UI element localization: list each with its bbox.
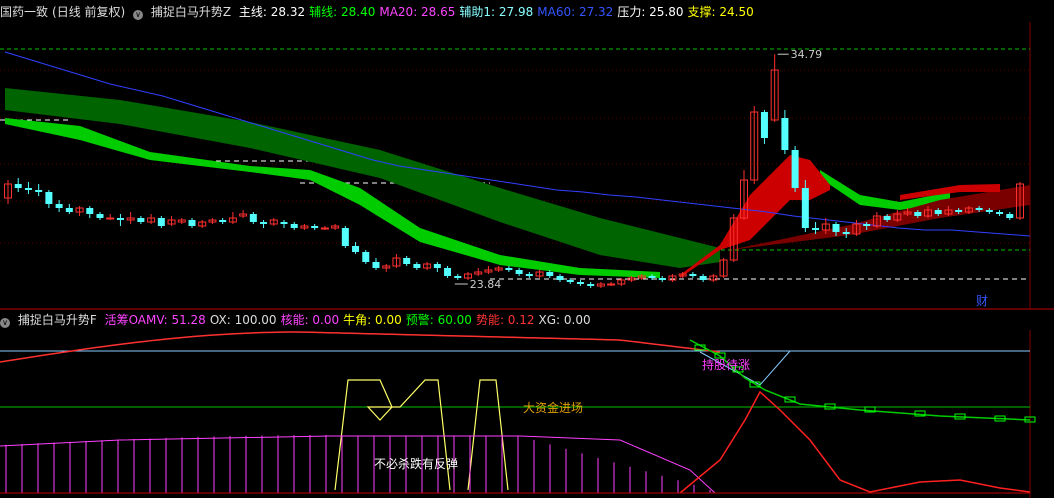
oamv-curve-2 (689, 339, 1031, 421)
candle-body (955, 210, 963, 212)
candle-body (219, 220, 227, 222)
candle-body (689, 274, 697, 276)
candle-body (546, 272, 554, 276)
candle-body (362, 252, 370, 262)
candle-body (24, 188, 32, 190)
hold-stock-label: 持股待涨 (702, 357, 750, 372)
dark-green-band (5, 88, 720, 268)
bull-horn-left (334, 379, 451, 491)
candle-body (96, 214, 104, 218)
candle-body (403, 258, 411, 264)
candle-body (556, 276, 564, 280)
candle-body (86, 208, 94, 214)
candle-body (157, 218, 165, 226)
candle-body (311, 226, 319, 228)
kline-chart[interactable]: 34.79 23.84 财持股待涨大资金进场不必杀跌有反弹 (0, 0, 1054, 498)
candle-body (699, 276, 707, 280)
candle-body (658, 278, 666, 280)
candle-body (249, 214, 257, 222)
candle-body (607, 283, 616, 286)
big-fund-label: 大资金进场 (523, 400, 583, 415)
candle-body (65, 208, 73, 212)
candle-body (934, 210, 942, 214)
candle-body (290, 224, 298, 228)
candle-body (863, 224, 871, 226)
candle-body (260, 222, 268, 224)
candle-body (1006, 214, 1014, 218)
oamv-curve (0, 331, 721, 363)
candle-body (116, 218, 124, 220)
candle-body (760, 112, 768, 138)
candle-body (341, 228, 349, 246)
candle-body (996, 212, 1004, 214)
candle-body (975, 208, 983, 210)
low-price-label: 23.84 (470, 278, 502, 291)
candle-body (137, 218, 145, 222)
candle-body (433, 264, 441, 268)
candle-body (812, 228, 820, 230)
candle-body (454, 276, 462, 278)
candle-body (883, 216, 891, 220)
candle-body (648, 276, 656, 278)
candle-body (320, 227, 329, 230)
candle-body (352, 246, 360, 252)
candle-body (14, 184, 22, 188)
candle-body (515, 270, 523, 274)
candle-body (505, 268, 513, 270)
candle-body (413, 264, 421, 268)
candle-body (914, 212, 922, 216)
candle-body (525, 274, 533, 276)
candle-body (587, 284, 595, 286)
high-price-label: 34.79 (791, 48, 823, 61)
candle-body (781, 118, 789, 150)
candle-body (444, 268, 452, 276)
candle-body (985, 210, 993, 212)
candle-body (45, 192, 53, 204)
candle-body (576, 282, 584, 284)
financial-marker: 财 (976, 294, 988, 308)
candle-body (280, 222, 288, 224)
candle-body (372, 262, 380, 268)
candle-body (35, 190, 43, 192)
candle-body (842, 232, 850, 234)
candle-body (801, 188, 809, 228)
candle-body (188, 220, 196, 226)
candle-body (832, 224, 840, 232)
candle-body (791, 150, 799, 188)
candle-body (55, 204, 63, 208)
no-panic-label: 不必杀跌有反弹 (374, 456, 458, 471)
candle-body (566, 280, 574, 282)
candle-body (106, 217, 115, 220)
